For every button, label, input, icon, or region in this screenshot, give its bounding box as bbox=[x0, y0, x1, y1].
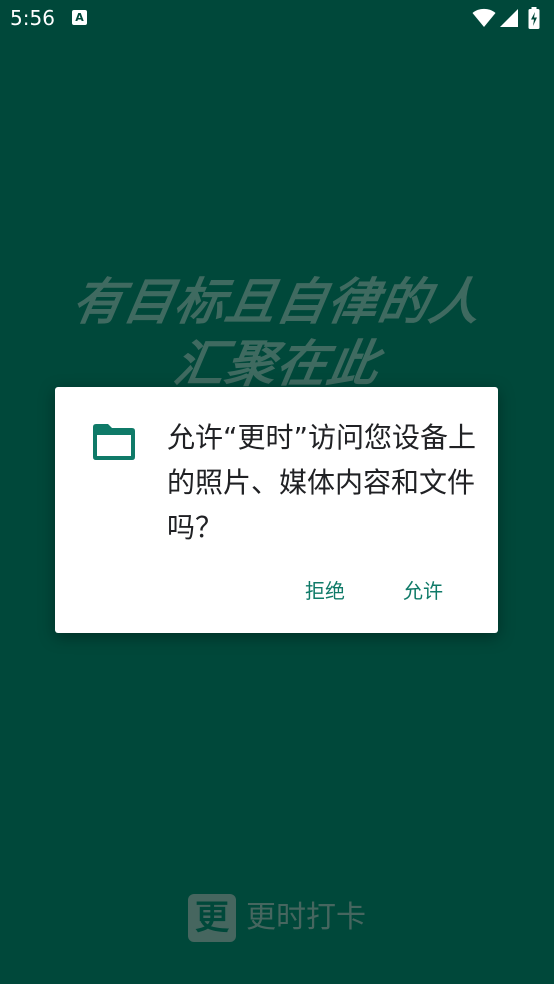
status-time: 5:56 bbox=[10, 6, 55, 30]
permission-dialog: 允许“更时”访问您设备上的照片、媒体内容和文件吗？ 拒绝 允许 bbox=[55, 387, 498, 633]
signal-icon bbox=[500, 9, 518, 27]
app-name: 更时打卡 bbox=[246, 900, 366, 935]
status-icons bbox=[472, 7, 542, 29]
app-logo: 更 bbox=[188, 894, 236, 942]
folder-icon bbox=[93, 424, 135, 460]
battery-charging-icon bbox=[528, 7, 540, 29]
notification-icon: A bbox=[72, 10, 87, 25]
status-bar: 5:56 A bbox=[0, 0, 554, 36]
allow-button[interactable]: 允许 bbox=[395, 573, 451, 609]
dialog-message: 允许“更时”访问您设备上的照片、媒体内容和文件吗？ bbox=[167, 421, 477, 544]
deny-button[interactable]: 拒绝 bbox=[297, 573, 353, 609]
slogan-line-2: 汇聚在此 bbox=[169, 335, 385, 393]
slogan-line-1: 有目标且自律的人 bbox=[67, 273, 487, 331]
wifi-icon bbox=[472, 8, 496, 27]
